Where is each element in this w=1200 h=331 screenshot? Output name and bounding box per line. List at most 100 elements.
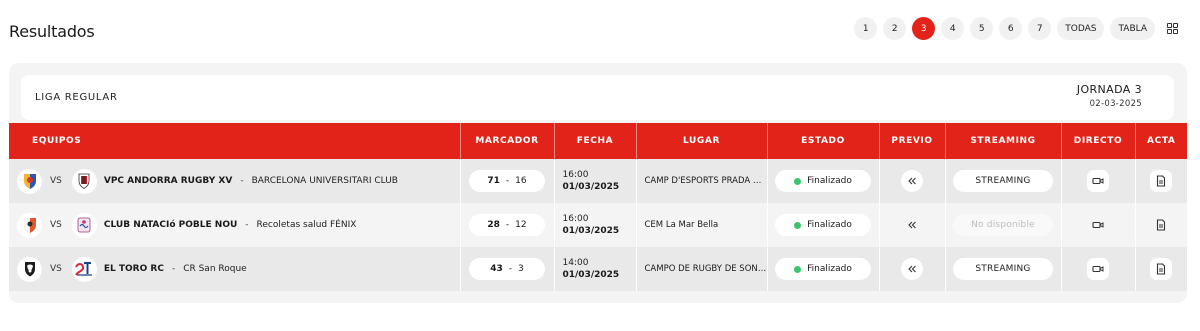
score-separator: - xyxy=(505,176,510,186)
page-title: Resultados xyxy=(9,22,95,41)
page-3-button[interactable]: 3 xyxy=(912,17,936,40)
status-label: Finalizado xyxy=(807,264,852,274)
club-crest-icon xyxy=(71,256,97,282)
match-date: 01/03/2025 xyxy=(562,182,620,192)
acta-button[interactable] xyxy=(1150,170,1173,192)
home-crest-icon xyxy=(17,256,42,282)
previo-button[interactable] xyxy=(901,258,923,280)
vs-label: VS xyxy=(50,220,62,230)
rewind-icon xyxy=(908,221,916,229)
page-6-button[interactable]: 6 xyxy=(999,17,1023,40)
match-teams: VS VPC ANDORRA RUGBY XV - BARCELONA UNIV… xyxy=(9,168,460,194)
home-team-name[interactable]: VPC ANDORRA RUGBY XV xyxy=(104,176,232,186)
club-crest-icon xyxy=(71,168,97,194)
match-date: 01/03/2025 xyxy=(562,270,620,280)
streaming-button[interactable]: STREAMING xyxy=(953,170,1053,192)
league-header: LIGA REGULAR JORNADA 3 02-03-2025 xyxy=(21,75,1174,120)
away-team-name[interactable]: BARCELONA UNIVERSITARI CLUB xyxy=(252,176,398,186)
score-away: 12 xyxy=(515,220,527,230)
streaming-unavailable: No disponible xyxy=(953,214,1053,236)
status-badge: Finalizado xyxy=(775,258,871,280)
match-venue: CEM La Mar Bella xyxy=(635,203,767,247)
league-name: LIGA REGULAR xyxy=(35,92,118,103)
table-row[interactable]: VS CLUB NATACIó POBLE NOU - Recoletas sa… xyxy=(9,203,1187,247)
table-row[interactable]: VS EL TORO RC - CR San Roque 43 - 3 14:0… xyxy=(9,247,1187,291)
document-icon xyxy=(1157,175,1166,187)
status-badge: Finalizado xyxy=(775,214,871,236)
home-team-name[interactable]: CLUB NATACIó POBLE NOU xyxy=(104,220,237,230)
score-separator: - xyxy=(505,220,510,230)
header-lugar[interactable]: LUGAR xyxy=(635,123,767,159)
score-home: 71 xyxy=(487,176,500,186)
page-5-button[interactable]: 5 xyxy=(970,17,994,40)
video-camera-icon xyxy=(1092,265,1104,273)
rewind-icon xyxy=(908,265,916,273)
header-directo[interactable]: DIRECTO xyxy=(1060,123,1135,159)
match-venue: CAMP D'ESPORTS PRADA MOLES xyxy=(635,159,767,203)
header-acta[interactable]: ACTA xyxy=(1134,123,1187,159)
score-pill: 71 - 16 xyxy=(469,170,545,192)
results-panel: LIGA REGULAR JORNADA 3 02-03-2025 EQUIPO… xyxy=(9,63,1187,303)
directo-button[interactable] xyxy=(1087,214,1109,236)
all-pages-button[interactable]: TODAS xyxy=(1057,17,1105,40)
document-icon xyxy=(1157,219,1166,231)
away-team-name[interactable]: CR San Roque xyxy=(183,264,247,274)
away-team-name[interactable]: Recoletas salud FÉNIX xyxy=(257,220,357,230)
jornada-block: JORNADA 3 02-03-2025 xyxy=(1077,83,1142,109)
page-7-button[interactable]: 7 xyxy=(1028,17,1052,40)
team-separator: - xyxy=(240,176,244,186)
match-venue: CAMPO DE RUGBY DE SON MOIX xyxy=(635,247,767,291)
score-pill: 43 - 3 xyxy=(469,258,545,280)
score-home: 28 xyxy=(487,220,500,230)
header-streaming[interactable]: STREAMING xyxy=(944,123,1061,159)
club-crest-icon xyxy=(71,212,97,238)
directo-button[interactable] xyxy=(1087,258,1109,280)
previo-button[interactable] xyxy=(901,214,923,236)
header-marcador[interactable]: MARCADOR xyxy=(459,123,554,159)
table-header-row: EQUIPOS MARCADOR FECHA LUGAR ESTADO PREV… xyxy=(9,123,1187,159)
pagination: 1 2 3 4 5 6 7 TODAS TABLA xyxy=(854,17,1184,40)
score-home: 43 xyxy=(490,264,503,274)
match-teams: VS CLUB NATACIó POBLE NOU - Recoletas sa… xyxy=(9,212,460,238)
score-away: 3 xyxy=(518,264,524,274)
score-away: 16 xyxy=(515,176,527,186)
match-time: 16:00 xyxy=(562,170,589,180)
results-table: EQUIPOS MARCADOR FECHA LUGAR ESTADO PREV… xyxy=(9,123,1187,291)
home-team-name[interactable]: EL TORO RC xyxy=(104,264,164,274)
header-equipos[interactable]: EQUIPOS xyxy=(9,123,460,159)
header-fecha[interactable]: FECHA xyxy=(553,123,636,159)
table-button[interactable]: TABLA xyxy=(1110,17,1155,40)
rewind-icon xyxy=(908,177,916,185)
match-time: 16:00 xyxy=(562,214,589,224)
match-teams: VS EL TORO RC - CR San Roque xyxy=(9,256,460,282)
status-dot-icon xyxy=(794,265,802,273)
document-icon xyxy=(1157,263,1166,275)
table-row[interactable]: VS VPC ANDORRA RUGBY XV - BARCELONA UNIV… xyxy=(9,159,1187,203)
acta-button[interactable] xyxy=(1150,214,1172,236)
jornada-label: JORNADA 3 xyxy=(1076,83,1142,96)
directo-button[interactable] xyxy=(1087,170,1109,192)
score-pill: 28 - 12 xyxy=(469,214,545,236)
status-dot-icon xyxy=(794,177,802,185)
page-4-button[interactable]: 4 xyxy=(941,17,965,40)
grid-icon xyxy=(1167,23,1178,34)
grid-view-button[interactable] xyxy=(1161,17,1184,40)
match-time: 14:00 xyxy=(562,258,589,268)
acta-button[interactable] xyxy=(1150,258,1173,280)
status-badge: Finalizado xyxy=(775,170,871,192)
video-camera-icon xyxy=(1092,177,1104,185)
header-previo[interactable]: PREVIO xyxy=(878,123,945,159)
home-crest-icon xyxy=(17,168,42,194)
page-1-button[interactable]: 1 xyxy=(854,17,878,40)
match-date: 01/03/2025 xyxy=(562,226,620,236)
score-separator: - xyxy=(508,264,513,274)
vs-label: VS xyxy=(50,176,62,186)
status-label: Finalizado xyxy=(807,220,852,230)
page-2-button[interactable]: 2 xyxy=(883,17,907,40)
previo-button[interactable] xyxy=(901,170,923,192)
streaming-button[interactable]: STREAMING xyxy=(953,258,1053,280)
jornada-date: 02-03-2025 xyxy=(1089,99,1142,109)
video-camera-icon xyxy=(1092,221,1104,229)
header-estado[interactable]: ESTADO xyxy=(766,123,879,159)
status-dot-icon xyxy=(794,221,802,229)
